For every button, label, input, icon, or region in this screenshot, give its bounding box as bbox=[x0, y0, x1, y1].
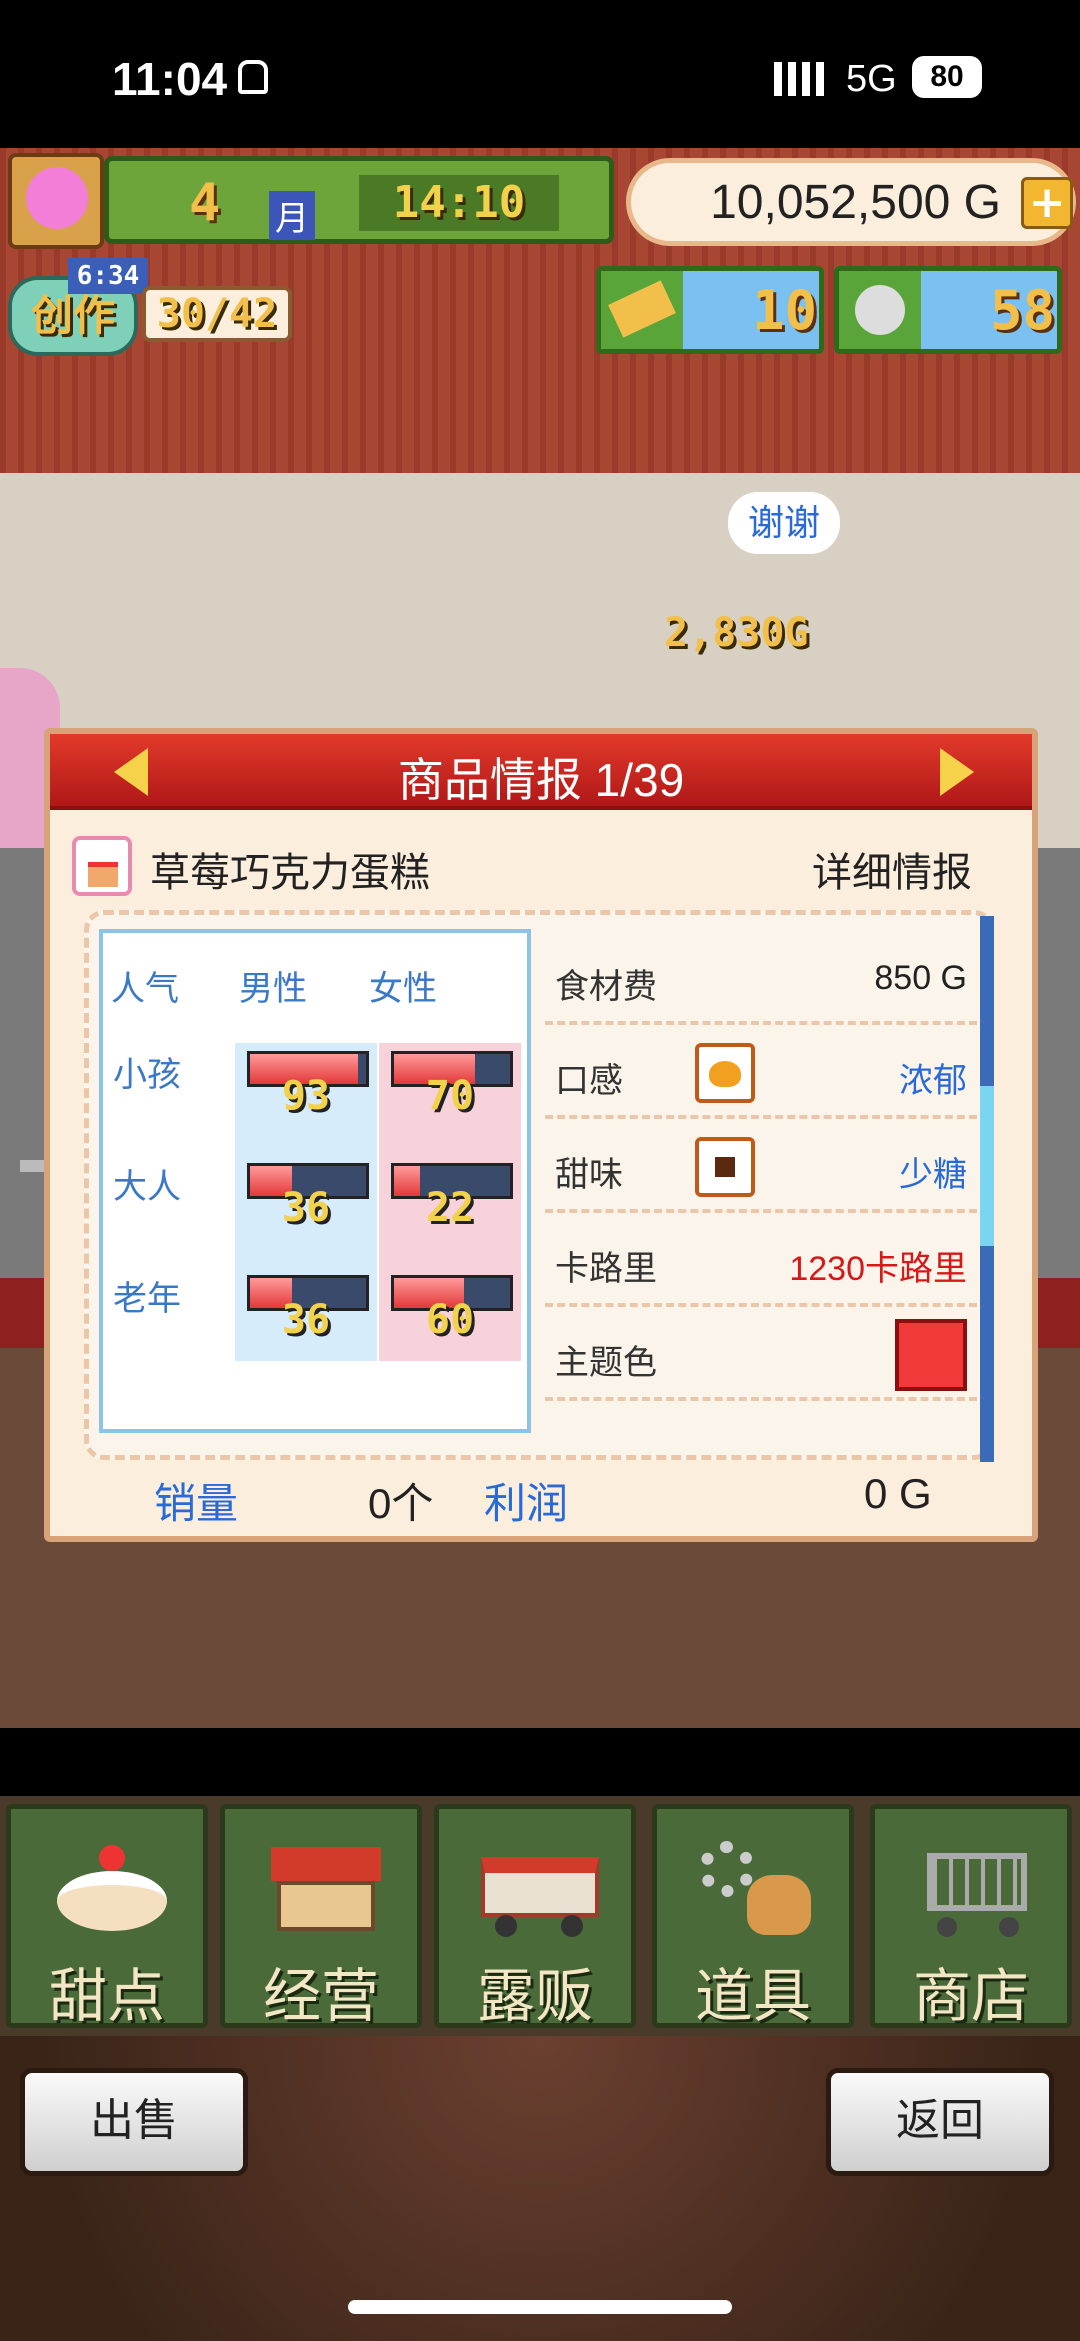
gold-bar-icon bbox=[601, 271, 683, 349]
panel-header: 商品情报 1/39 bbox=[50, 734, 1032, 810]
back-button[interactable]: 返回 bbox=[826, 2068, 1054, 2176]
texture-row: 口感 浓郁 bbox=[545, 1027, 977, 1119]
sales-value: 0个 bbox=[368, 1480, 434, 1527]
calories-row: 卡路里 1230卡路里 bbox=[545, 1215, 977, 1307]
nav-store-button[interactable]: 商店 bbox=[870, 1804, 1072, 2029]
row-label-senior: 老年 bbox=[113, 1280, 181, 1318]
nav-stall-button[interactable]: 露贩 bbox=[434, 1804, 636, 2029]
network-type: 5G bbox=[846, 58, 897, 100]
ingredient-cost-row: 食材费 850 G bbox=[545, 933, 977, 1025]
add-money-button[interactable]: + bbox=[1021, 177, 1073, 229]
next-arrow-icon[interactable] bbox=[940, 748, 974, 796]
ingredient-cost-label: 食材费 bbox=[555, 968, 657, 1006]
calories-value: 1230卡路里 bbox=[789, 1250, 967, 1288]
nav-stall-label: 露贩 bbox=[476, 1964, 593, 2029]
sweetness-label: 甜味 bbox=[555, 1156, 623, 1194]
gold-bar-counter[interactable]: 10 bbox=[596, 266, 824, 354]
money-display: 10,052,500 G + bbox=[626, 158, 1076, 246]
scrollbar-thumb[interactable] bbox=[980, 1086, 994, 1246]
food-truck-icon bbox=[475, 1831, 605, 1941]
product-info-panel: 商品情报 1/39 草莓巧克力蛋糕 详细情报 人气 男性 女性 小孩 大人 老年… bbox=[44, 728, 1038, 1542]
sweetness-icon bbox=[695, 1137, 755, 1197]
silver-medal-icon bbox=[839, 271, 921, 349]
nav-manage-label: 经营 bbox=[262, 1964, 379, 2029]
panel-title: 商品情报 1/39 bbox=[397, 754, 685, 806]
silver-medal-count: 58 bbox=[989, 279, 1055, 342]
nav-dessert-button[interactable]: 甜点 bbox=[6, 1804, 208, 2029]
home-indicator[interactable] bbox=[348, 2300, 732, 2314]
bottom-bar: 出售 返回 bbox=[0, 2036, 1080, 2341]
game-clock: 14:10 bbox=[359, 175, 559, 231]
texture-label: 口感 bbox=[555, 1062, 623, 1100]
cake-icon bbox=[47, 1831, 177, 1941]
popularity-gauge-male: 93 bbox=[243, 1043, 369, 1119]
sales-label: 销量 bbox=[154, 1480, 239, 1527]
status-time: 11:04 bbox=[112, 53, 228, 105]
cake-icon bbox=[72, 836, 132, 896]
popularity-gauge-male: 36 bbox=[243, 1267, 369, 1343]
gear-bag-icon bbox=[693, 1831, 823, 1941]
signal-icon bbox=[774, 62, 824, 96]
product-name: 草莓巧克力蛋糕 bbox=[150, 851, 430, 895]
popularity-gauge-female: 70 bbox=[387, 1043, 513, 1119]
popularity-table: 人气 男性 女性 小孩 大人 老年 93 70 36 22 36 60 bbox=[99, 929, 531, 1433]
gauge-value: 93 bbox=[281, 1073, 331, 1119]
battery-icon: 80 bbox=[912, 56, 982, 98]
calories-label: 卡路里 bbox=[555, 1250, 657, 1288]
nav-store-label: 商店 bbox=[912, 1964, 1029, 2029]
popularity-gauge-female: 60 bbox=[387, 1267, 513, 1343]
gauge-value: 36 bbox=[281, 1297, 331, 1343]
row-label-adult: 大人 bbox=[113, 1168, 181, 1206]
profit-label: 利润 bbox=[484, 1480, 569, 1527]
nav-items-button[interactable]: 道具 bbox=[652, 1804, 854, 2029]
ingredient-cost-value: 850 G bbox=[874, 959, 967, 997]
profit-value: 0 G bbox=[864, 1470, 932, 1517]
money-value: 10,052,500 G bbox=[710, 176, 1001, 229]
texture-value: 浓郁 bbox=[899, 1062, 967, 1100]
popularity-gauge-male: 36 bbox=[243, 1155, 369, 1231]
theme-color-swatch bbox=[895, 1319, 967, 1391]
nav-dessert-label: 甜点 bbox=[48, 1964, 165, 2029]
silver-medal-counter[interactable]: 58 bbox=[834, 266, 1062, 354]
row-label-child: 小孩 bbox=[113, 1056, 181, 1094]
gauge-value: 70 bbox=[425, 1073, 475, 1119]
popularity-header: 人气 bbox=[111, 970, 179, 1008]
bottom-nav: 甜点 经营 露贩 道具 商店 bbox=[0, 1796, 1080, 2036]
detail-info-link[interactable]: 详细情报 bbox=[812, 840, 972, 898]
scrollbar[interactable] bbox=[980, 916, 994, 1462]
popularity-gauge-female: 22 bbox=[387, 1155, 513, 1231]
nav-items-label: 道具 bbox=[694, 1964, 811, 2029]
gold-bar-count: 10 bbox=[751, 279, 817, 342]
nav-manage-button[interactable]: 经营 bbox=[220, 1804, 422, 2029]
theme-color-row: 主题色 bbox=[545, 1309, 977, 1401]
month-label: 月 bbox=[269, 191, 315, 240]
tree-icon bbox=[26, 167, 88, 229]
stats-box: 人气 男性 女性 小孩 大人 老年 93 70 36 22 36 60 食材费 850 G… bbox=[84, 910, 994, 1460]
shopping-cart-icon bbox=[911, 1831, 1041, 1941]
gauge-value: 60 bbox=[425, 1297, 475, 1343]
speech-bubble: 谢谢 bbox=[728, 492, 840, 554]
male-header: 男性 bbox=[239, 970, 307, 1008]
date-time-panel: 4 月 14:10 bbox=[104, 156, 614, 244]
gauge-value: 22 bbox=[425, 1185, 475, 1231]
month-value: 4 bbox=[189, 173, 221, 233]
create-panel[interactable]: 创作 6:34 30/42 bbox=[8, 258, 294, 358]
create-timer: 6:34 bbox=[68, 258, 148, 294]
female-header: 女性 bbox=[369, 970, 437, 1008]
gauge-value: 36 bbox=[281, 1185, 331, 1231]
status-bar: 11:04 5G 80 bbox=[0, 0, 1080, 148]
theme-color-label: 主题色 bbox=[555, 1344, 657, 1382]
sweetness-row: 甜味 少糖 bbox=[545, 1121, 977, 1213]
create-count: 30/42 bbox=[142, 286, 292, 342]
shop-building-icon bbox=[261, 1831, 391, 1941]
sell-button[interactable]: 出售 bbox=[20, 2068, 248, 2176]
mute-icon bbox=[238, 60, 268, 94]
earning-popup: 2,830G bbox=[664, 610, 809, 656]
town-tree-button[interactable] bbox=[8, 153, 104, 249]
sweetness-value: 少糖 bbox=[899, 1156, 967, 1194]
texture-icon bbox=[695, 1043, 755, 1103]
